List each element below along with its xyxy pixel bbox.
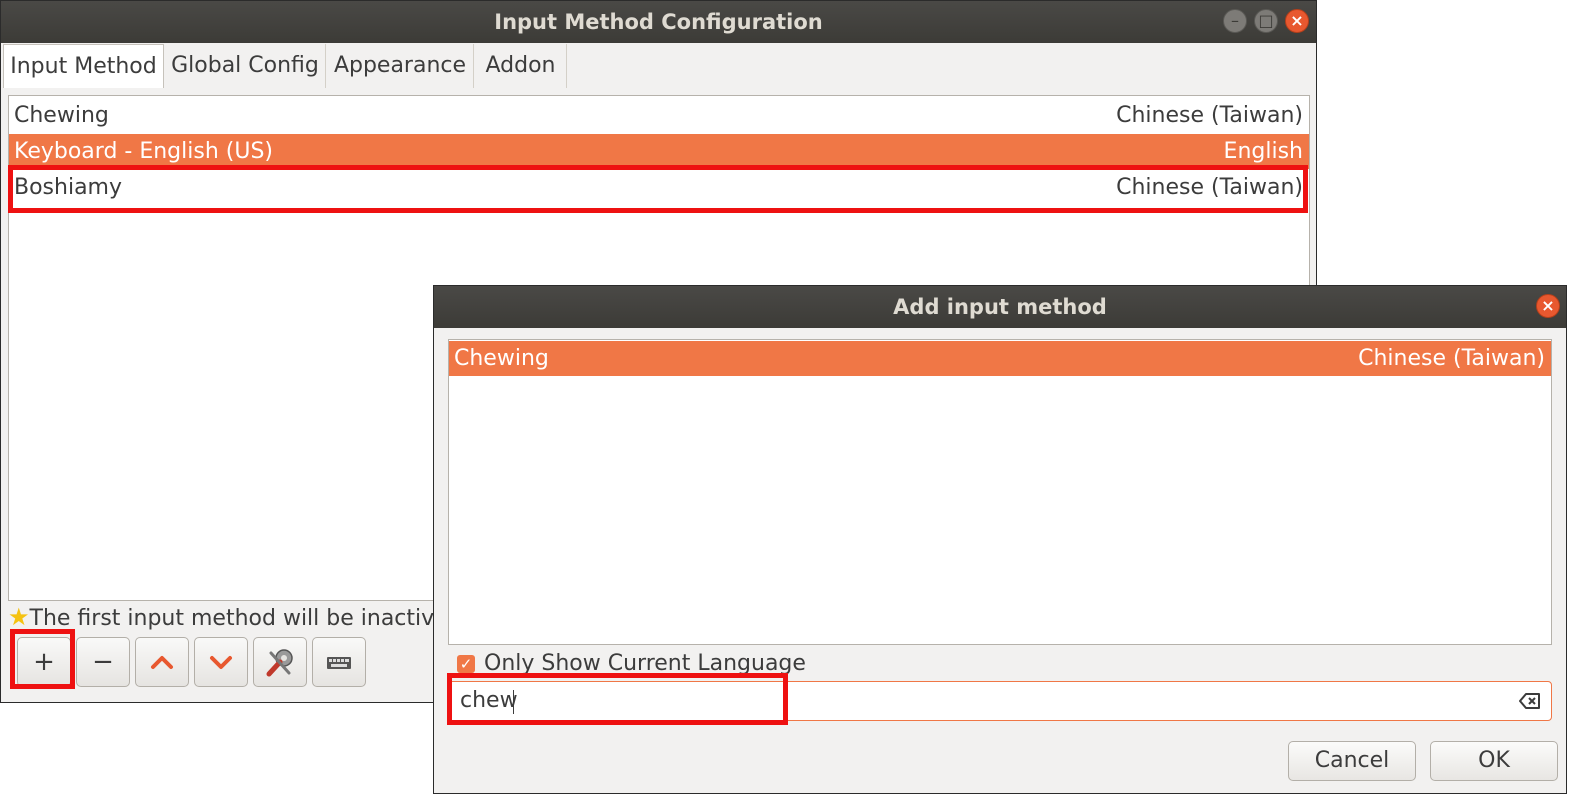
dialog-titlebar[interactable]: Add input method × — [434, 286, 1566, 328]
add-input-method-dialog: Add input method × Chewing Chinese (Taiw… — [433, 285, 1567, 794]
search-input[interactable]: chew — [448, 681, 1552, 721]
only-current-language-checkbox[interactable]: ✓ Only Show Current Language — [457, 649, 806, 679]
cancel-button[interactable]: Cancel — [1288, 741, 1416, 781]
close-icon[interactable]: × — [1285, 9, 1309, 33]
input-method-language: Chinese (Taiwan) — [1116, 103, 1303, 128]
tab-input-method[interactable]: Input Method — [3, 44, 164, 88]
input-method-language: English — [1223, 139, 1303, 164]
tab-addon[interactable]: Addon — [475, 44, 567, 88]
available-methods-list[interactable]: Chewing Chinese (Taiwan) — [448, 339, 1552, 645]
list-item[interactable]: Keyboard - English (US) English — [9, 134, 1309, 169]
text-cursor — [513, 690, 514, 714]
maximize-icon[interactable]: □ — [1254, 9, 1278, 33]
minimize-icon[interactable]: – — [1223, 9, 1247, 33]
input-method-name: Boshiamy — [14, 175, 123, 200]
main-window-title: Input Method Configuration — [494, 10, 823, 34]
input-method-name: Chewing — [14, 103, 109, 128]
input-method-language: Chinese (Taiwan) — [1116, 175, 1303, 200]
keyboard-icon — [327, 657, 351, 669]
move-up-button[interactable] — [135, 637, 189, 687]
tab-appearance[interactable]: Appearance — [327, 44, 474, 88]
configure-button[interactable] — [253, 637, 307, 687]
move-down-button[interactable] — [194, 637, 248, 687]
list-item[interactable]: Chewing Chinese (Taiwan) — [9, 98, 1309, 133]
tab-global-config[interactable]: Global Config — [165, 44, 326, 88]
ok-button[interactable]: OK — [1430, 741, 1558, 781]
clear-text-icon[interactable] — [1519, 691, 1541, 711]
keyboard-layout-button[interactable] — [312, 637, 366, 687]
first-method-hint: ★The first input method will be inactive… — [8, 602, 466, 632]
dialog-close-icon[interactable]: × — [1536, 294, 1560, 318]
checkmark-icon[interactable]: ✓ — [457, 655, 475, 673]
list-item[interactable]: Chewing Chinese (Taiwan) — [449, 341, 1551, 376]
tab-bar: Input Method Global Config Appearance Ad… — [1, 44, 1316, 88]
list-item[interactable]: Boshiamy Chinese (Taiwan) — [9, 170, 1309, 205]
hint-text: The first input method will be inactive … — [29, 606, 467, 631]
checkbox-label: Only Show Current Language — [484, 651, 806, 676]
chevron-down-icon — [210, 656, 232, 669]
input-method-name: Chewing — [454, 346, 549, 371]
main-titlebar[interactable]: Input Method Configuration – □ × — [1, 1, 1316, 43]
dialog-title: Add input method — [893, 295, 1107, 319]
settings-tools-icon — [266, 649, 293, 677]
input-method-language: Chinese (Taiwan) — [1358, 346, 1545, 371]
input-method-name: Keyboard - English (US) — [14, 139, 274, 164]
star-icon: ★ — [8, 603, 30, 631]
remove-input-method-button[interactable]: − — [76, 637, 130, 687]
search-input-value: chew — [460, 688, 518, 713]
chevron-up-icon — [151, 656, 173, 669]
add-input-method-button[interactable]: + — [17, 637, 71, 687]
